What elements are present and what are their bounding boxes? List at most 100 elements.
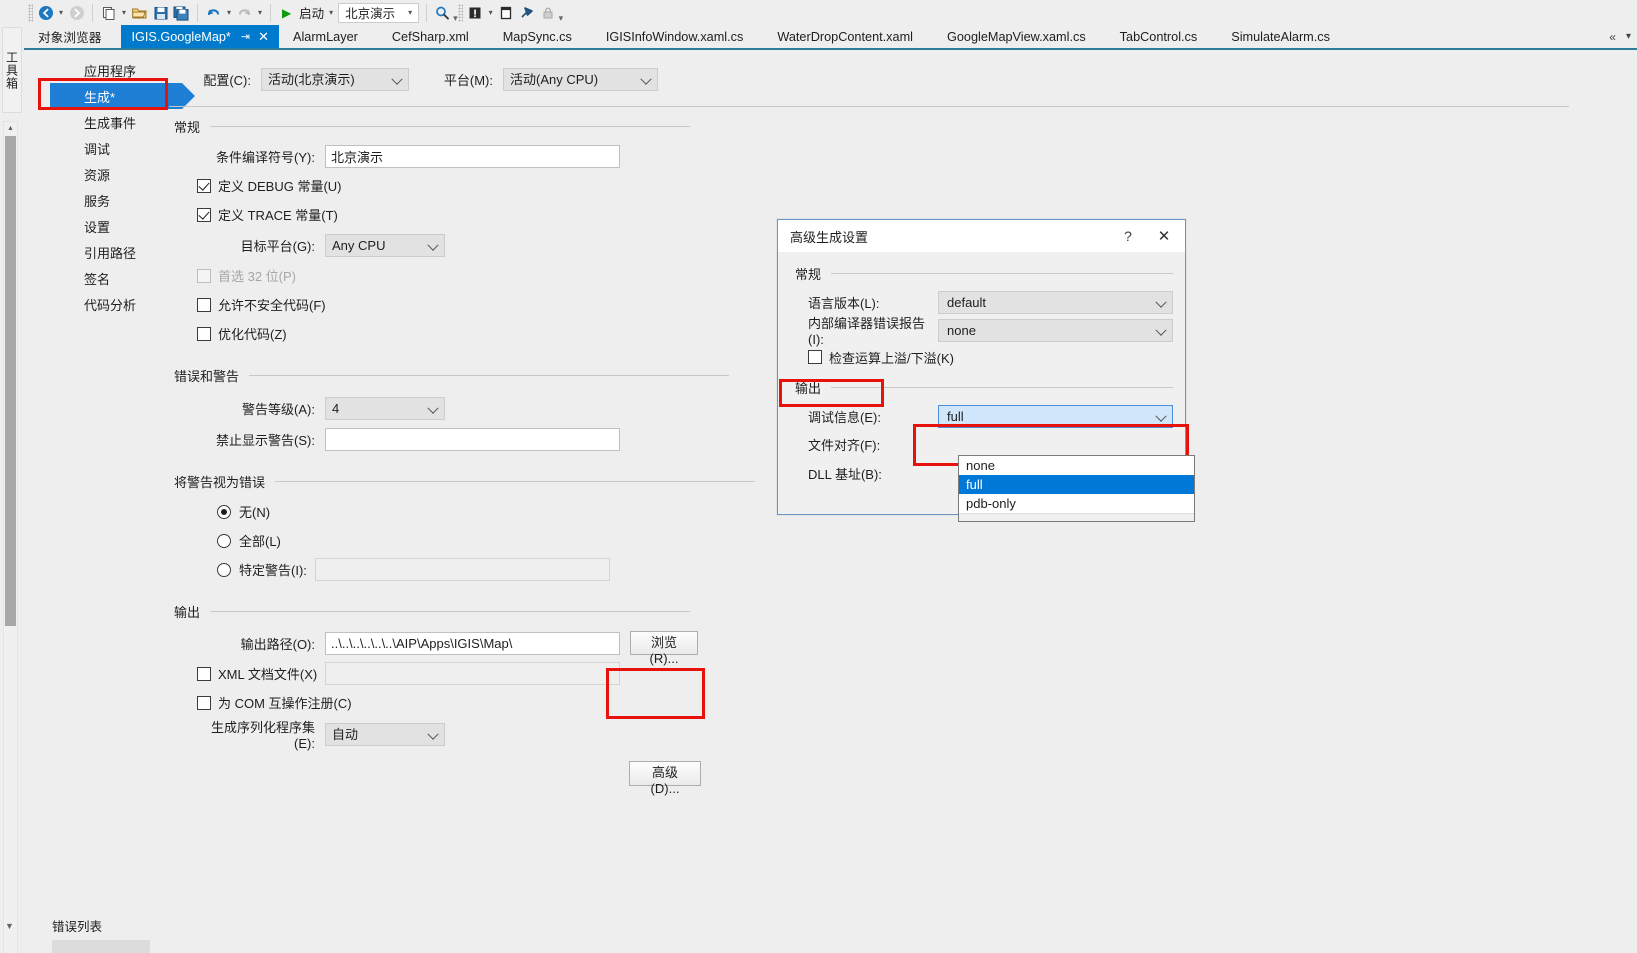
scroll-up-icon[interactable]: ▲ <box>4 122 17 135</box>
nav-item-label: 引用路径 <box>84 245 137 261</box>
tab-igisinfowindow-xaml-cs[interactable]: IGISInfoWindow.xaml.cs <box>592 25 764 48</box>
start-debug-icon[interactable]: ▶ <box>276 2 297 23</box>
internal-error-report-select[interactable]: none <box>938 318 1173 342</box>
close-icon[interactable]: ✕ <box>254 29 273 45</box>
toolbox-vertical-tab[interactable]: 工具箱 <box>2 27 22 113</box>
toolbox-label: 工具箱 <box>4 50 19 90</box>
conditional-symbols-input[interactable] <box>325 145 620 168</box>
define-debug-checkbox[interactable]: 定义 DEBUG 常量(U) <box>197 176 342 195</box>
optimize-code-checkbox[interactable]: 优化代码(Z) <box>197 324 287 343</box>
tab-cefsharp-xml[interactable]: CefSharp.xml <box>378 25 489 48</box>
tab-list-dropdown-icon[interactable]: ▾ <box>1626 31 1631 42</box>
save-all-icon[interactable] <box>171 2 192 23</box>
new-file-dropdown-icon[interactable]: ▾ <box>119 2 129 23</box>
new-window-icon[interactable] <box>496 2 517 23</box>
undo-icon[interactable] <box>203 2 224 23</box>
dialog-title-label: 高级生成设置 <box>790 229 869 245</box>
start-label[interactable]: 启动 <box>297 3 326 22</box>
tabstrip-overflow-controls: « ▾ <box>1609 25 1637 48</box>
checkbox-box <box>197 297 211 312</box>
solution-configuration-combo[interactable]: 北京演示 ▾ <box>338 2 420 23</box>
tab-tabcontrol-cs[interactable]: TabControl.cs <box>1106 25 1218 48</box>
warning-level-select[interactable]: 4 <box>325 396 445 420</box>
tab-object-browser[interactable]: 对象浏览器 <box>24 25 121 48</box>
rail-collapse-icon[interactable]: ▼ <box>5 921 14 931</box>
allow-unsafe-checkbox[interactable]: 允许不安全代码(F) <box>197 295 326 314</box>
define-trace-checkbox[interactable]: 定义 TRACE 常量(T) <box>197 205 338 224</box>
help-icon[interactable]: ? <box>1113 221 1143 251</box>
undo-dropdown-icon[interactable]: ▾ <box>224 2 234 23</box>
tab-scroll-prev-icon[interactable]: « <box>1609 30 1616 44</box>
target-platform-select[interactable]: Any CPU <box>325 233 445 257</box>
nav-item-build[interactable]: 生成* <box>50 83 195 109</box>
radio-none[interactable]: 无(N) <box>217 502 270 521</box>
error-list-tab[interactable] <box>52 940 150 953</box>
output-path-input[interactable] <box>325 631 620 655</box>
radio-specific[interactable]: 特定警告(I): <box>217 560 315 579</box>
open-folder-icon[interactable] <box>129 2 150 23</box>
pin-icon[interactable] <box>517 2 538 23</box>
debug-info-dropdown-list[interactable]: none full pdb-only <box>958 455 1195 522</box>
pin-icon[interactable]: ⇥ <box>237 30 254 43</box>
com-interop-checkbox[interactable]: 为 COM 互操作注册(C) <box>197 693 352 712</box>
warning-dropdown-icon[interactable]: ▾ <box>486 2 496 23</box>
dialog-general-header-label: 常规 <box>795 267 822 282</box>
toolbar-overflow-2-icon[interactable]: ▾ <box>559 13 564 25</box>
start-dropdown-icon[interactable]: ▾ <box>326 2 336 23</box>
radio-ring <box>217 504 231 519</box>
tab-label: TabControl.cs <box>1119 29 1198 44</box>
conditional-symbols-label: 条件编译符号(Y): <box>216 150 315 165</box>
serialization-assembly-select[interactable]: 自动 <box>325 722 445 746</box>
tab-alarmlayer[interactable]: AlarmLayer <box>279 25 378 48</box>
error-list-label[interactable]: 错误列表 <box>52 916 102 935</box>
back-arrow-icon[interactable] <box>35 2 56 23</box>
scrollbar-thumb[interactable] <box>5 136 16 626</box>
radio-ring <box>217 562 231 577</box>
tab-googlemapview-xaml-cs[interactable]: GoogleMapView.xaml.cs <box>933 25 1106 48</box>
define-debug-label: 定义 DEBUG 常量(U) <box>218 179 342 194</box>
toolbar-grip-2[interactable] <box>457 3 463 22</box>
dropdown-option-none[interactable]: none <box>959 456 1194 475</box>
debug-info-select[interactable]: full <box>938 404 1173 428</box>
warning-icon[interactable] <box>465 2 486 23</box>
xml-doc-input[interactable] <box>325 662 620 685</box>
checkbox-box <box>808 350 822 364</box>
xml-doc-checkbox[interactable]: XML 文档文件(X) <box>197 664 325 683</box>
back-dropdown-icon[interactable]: ▾ <box>56 2 66 23</box>
dialog-title-bar[interactable]: 高级生成设置 ? ✕ <box>778 220 1185 252</box>
general-header-label: 常规 <box>174 120 201 135</box>
new-file-icon[interactable] <box>98 2 119 23</box>
tab-label: SimulateAlarm.cs <box>1231 29 1330 44</box>
tab-mapsync-cs[interactable]: MapSync.cs <box>489 25 592 48</box>
language-version-select[interactable]: default <box>938 290 1173 314</box>
tab-label: MapSync.cs <box>502 29 572 44</box>
find-in-files-icon[interactable] <box>432 2 453 23</box>
internal-error-report-label: 内部编译器错误报告(I): <box>808 316 926 347</box>
allow-unsafe-label: 允许不安全代码(F) <box>218 298 326 313</box>
save-icon[interactable] <box>150 2 171 23</box>
checkbox-box <box>197 207 211 222</box>
browse-button[interactable]: 浏览(R)... <box>630 631 698 666</box>
toolbar-grip[interactable] <box>28 3 33 22</box>
advanced-button[interactable]: 高级(D)... <box>629 760 701 796</box>
dropdown-option-pdb-only[interactable]: pdb-only <box>959 494 1194 513</box>
dropdown-option-full[interactable]: full <box>959 475 1194 494</box>
close-icon[interactable]: ✕ <box>1143 221 1185 252</box>
left-vertical-scrollbar[interactable]: ▲ ▼ <box>3 121 18 953</box>
check-overflow-checkbox[interactable]: 检查运算上溢/下溢(K) <box>808 348 954 367</box>
tab-simulatealarm-cs[interactable]: SimulateAlarm.cs <box>1217 25 1350 48</box>
configuration-select[interactable]: 活动(北京演示) <box>261 67 409 91</box>
platform-select[interactable]: 活动(Any CPU) <box>503 67 658 91</box>
dropdown-scroll-strip[interactable] <box>959 513 1194 521</box>
specific-warnings-input[interactable] <box>315 558 610 581</box>
lock-icon <box>538 2 559 23</box>
nav-item-label: 调试 <box>84 141 111 157</box>
redo-icon <box>234 2 255 23</box>
tab-igis-googlemap[interactable]: IGIS.GoogleMap* ⇥ ✕ <box>121 25 279 48</box>
target-platform-label: 目标平台(G): <box>240 238 315 254</box>
chevron-down-icon: ▾ <box>408 8 413 17</box>
suppress-warnings-input[interactable] <box>325 428 620 451</box>
dialog-general-header: 常规 <box>795 264 1173 283</box>
radio-all[interactable]: 全部(L) <box>217 531 281 550</box>
tab-waterdropcontent-xaml[interactable]: WaterDropContent.xaml <box>763 25 933 48</box>
